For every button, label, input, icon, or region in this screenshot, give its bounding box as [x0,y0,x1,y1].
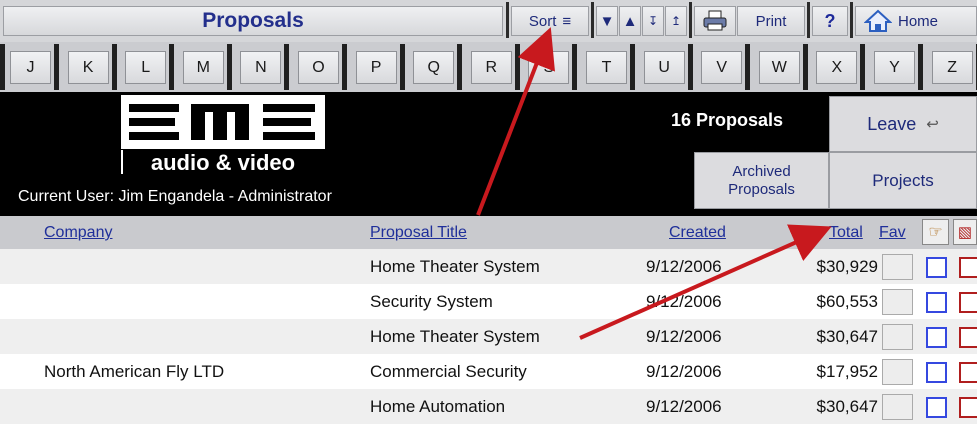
annotation-arrows [476,27,832,340]
arrow-to-sort [476,27,555,216]
arrow-to-total [579,224,832,340]
